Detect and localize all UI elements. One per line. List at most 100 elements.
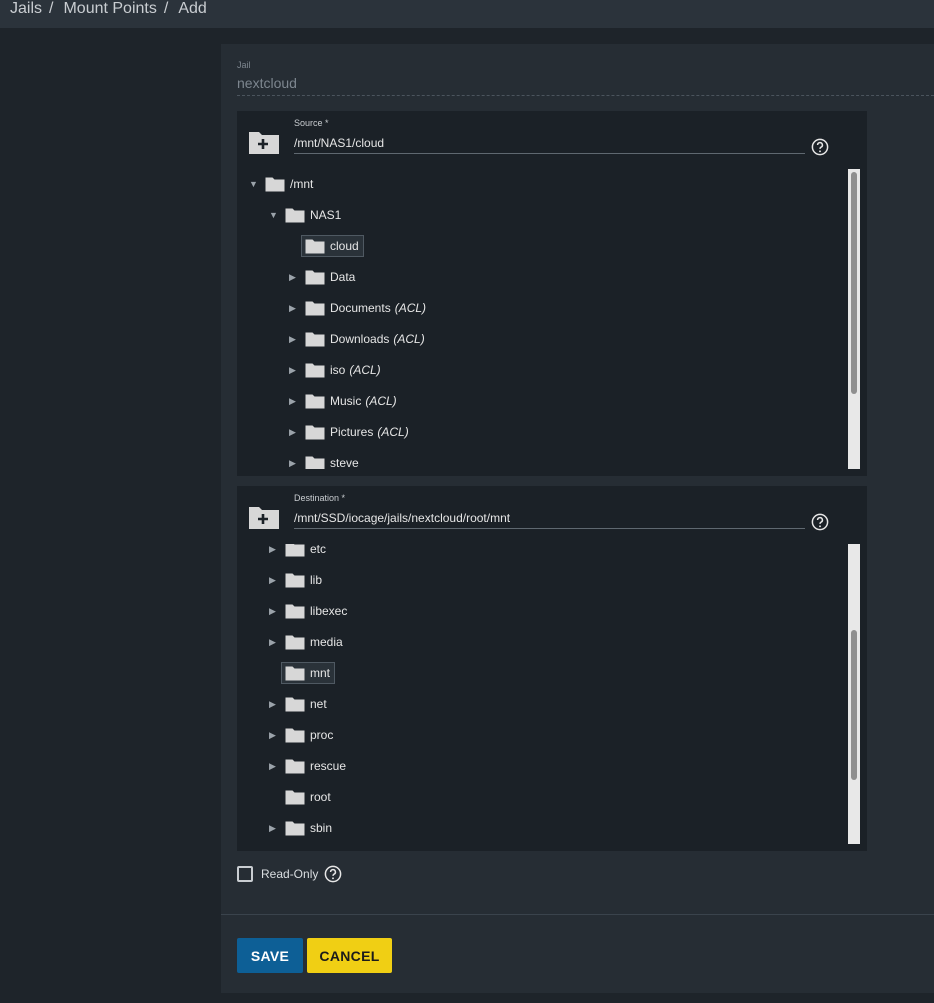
destination-scrollbar[interactable] xyxy=(848,544,860,844)
chevron-right-icon[interactable]: ▶ xyxy=(269,823,285,834)
jail-value: nextcloud xyxy=(237,75,297,91)
breadcrumb-mount-points[interactable]: Mount Points xyxy=(63,0,156,18)
folder-icon xyxy=(305,393,325,409)
folder-icon xyxy=(285,727,305,743)
tree-node-label: libexec xyxy=(310,604,348,618)
source-scrollbar-thumb[interactable] xyxy=(851,172,857,394)
chevron-right-icon[interactable]: ▶ xyxy=(269,761,285,772)
tree-node-label: etc xyxy=(310,544,327,556)
chevron-down-icon[interactable]: ▼ xyxy=(249,179,265,189)
tree-node-label: Data xyxy=(330,270,356,284)
folder-icon xyxy=(305,238,325,254)
tree-node-nas1[interactable]: ▼ NAS1 xyxy=(269,203,341,227)
chevron-right-icon[interactable]: ▶ xyxy=(289,303,305,314)
create-folder-icon[interactable] xyxy=(248,504,280,530)
tree-node-rescue[interactable]: ▶ rescue xyxy=(269,754,346,778)
help-icon[interactable] xyxy=(324,865,342,883)
tree-node-pictures[interactable]: ▶ Pictures (ACL) xyxy=(289,420,409,444)
chevron-right-icon[interactable]: ▶ xyxy=(289,427,305,438)
destination-scrollbar-thumb[interactable] xyxy=(851,630,857,780)
tree-node-label: media xyxy=(310,635,343,649)
source-label: Source * xyxy=(294,118,329,128)
tree-node-label: cloud xyxy=(330,239,359,253)
tree-node-libexec[interactable]: ▶ libexec xyxy=(269,599,347,623)
create-folder-icon[interactable] xyxy=(248,129,280,155)
tree-node-proc[interactable]: ▶ proc xyxy=(269,723,333,747)
folder-icon xyxy=(305,269,325,285)
chevron-right-icon[interactable]: ▶ xyxy=(269,606,285,617)
tree-node-label: proc xyxy=(310,728,334,742)
source-tree: ▼ /mnt ▼ NAS1 cloud ▶ Data ▶ Documents (ACL) ▶ Down… xyxy=(237,169,867,469)
source-scrollbar[interactable] xyxy=(848,169,860,469)
tree-node-downloads[interactable]: ▶ Downloads (ACL) xyxy=(289,327,425,351)
tree-node-label: Pictures xyxy=(330,425,374,439)
tree-node-music[interactable]: ▶ Music (ACL) xyxy=(289,389,397,413)
tree-node-steve[interactable]: ▶ steve xyxy=(289,451,359,469)
tree-node-label: net xyxy=(310,697,327,711)
destination-input[interactable] xyxy=(294,507,805,529)
folder-icon xyxy=(305,424,325,440)
chevron-right-icon[interactable]: ▶ xyxy=(289,272,305,283)
breadcrumb-separator: / xyxy=(49,0,54,17)
help-icon[interactable] xyxy=(811,138,829,156)
save-button[interactable]: SAVE xyxy=(237,938,303,973)
tree-node-label: rescue xyxy=(310,759,347,773)
destination-label: Destination * xyxy=(294,493,346,503)
acl-badge: (ACL) xyxy=(365,394,397,408)
tree-node-label: sbin xyxy=(310,821,333,835)
tree-node-label: NAS1 xyxy=(310,208,342,222)
top-bar: Jails / Mount Points / Add xyxy=(0,0,934,28)
tree-node-mnt[interactable]: mnt xyxy=(269,661,336,685)
jail-label: Jail xyxy=(237,60,251,70)
tree-node-cloud[interactable]: cloud xyxy=(289,234,364,258)
readonly-label[interactable]: Read-Only xyxy=(261,867,318,881)
folder-icon xyxy=(285,603,305,619)
tree-node-data[interactable]: ▶ Data xyxy=(289,265,355,289)
chevron-right-icon[interactable]: ▶ xyxy=(269,544,285,555)
folder-icon xyxy=(305,300,325,316)
breadcrumb-jails[interactable]: Jails xyxy=(10,0,42,18)
tree-node-lib[interactable]: ▶ lib xyxy=(269,568,322,592)
tree-node-sbin[interactable]: ▶ sbin xyxy=(269,816,332,840)
chevron-right-icon[interactable]: ▶ xyxy=(289,365,305,376)
folder-icon xyxy=(285,665,305,681)
tree-node-label: root xyxy=(310,790,331,804)
breadcrumb: Jails / Mount Points / Add xyxy=(10,0,207,18)
tree-node-label: /mnt xyxy=(290,177,314,191)
readonly-option: Read-Only xyxy=(237,865,342,883)
folder-icon xyxy=(305,362,325,378)
cancel-button[interactable]: CANCEL xyxy=(307,938,392,973)
help-icon[interactable] xyxy=(811,513,829,531)
tree-node-iso[interactable]: ▶ iso (ACL) xyxy=(289,358,381,382)
divider xyxy=(221,914,934,915)
folder-icon xyxy=(285,758,305,774)
chevron-right-icon[interactable]: ▶ xyxy=(289,396,305,407)
tree-node-documents[interactable]: ▶ Documents (ACL) xyxy=(289,296,426,320)
tree-node-label: Documents xyxy=(330,301,391,315)
folder-icon xyxy=(305,331,325,347)
chevron-right-icon[interactable]: ▶ xyxy=(269,699,285,710)
tree-node-label: steve xyxy=(330,456,359,469)
chevron-right-icon[interactable]: ▶ xyxy=(269,637,285,648)
tree-node-label: iso xyxy=(330,363,346,377)
folder-icon xyxy=(285,696,305,712)
tree-node-label: mnt xyxy=(310,666,331,680)
source-input[interactable] xyxy=(294,132,805,154)
chevron-right-icon[interactable]: ▶ xyxy=(269,575,285,586)
tree-node-media[interactable]: ▶ media xyxy=(269,630,343,654)
chevron-down-icon[interactable]: ▼ xyxy=(269,210,285,220)
destination-explorer: Destination * ▶etc▶lib▶libexec▶mediamnt▶… xyxy=(237,486,867,851)
chevron-right-icon[interactable]: ▶ xyxy=(269,730,285,741)
chevron-right-icon[interactable]: ▶ xyxy=(289,334,305,345)
tree-node-root[interactable]: root xyxy=(269,785,331,809)
folder-icon xyxy=(265,176,285,192)
folder-icon xyxy=(285,820,305,836)
readonly-checkbox[interactable] xyxy=(237,866,253,882)
tree-node-mnt[interactable]: ▼ /mnt xyxy=(249,172,313,196)
folder-icon xyxy=(285,544,305,557)
mount-point-form: Jail nextcloud Source * ▼ /mnt ▼ NAS1 cloud ▶… xyxy=(221,44,934,993)
chevron-right-icon[interactable]: ▶ xyxy=(289,458,305,469)
tree-node-etc[interactable]: ▶ etc xyxy=(269,544,326,561)
folder-icon xyxy=(285,572,305,588)
tree-node-net[interactable]: ▶ net xyxy=(269,692,327,716)
